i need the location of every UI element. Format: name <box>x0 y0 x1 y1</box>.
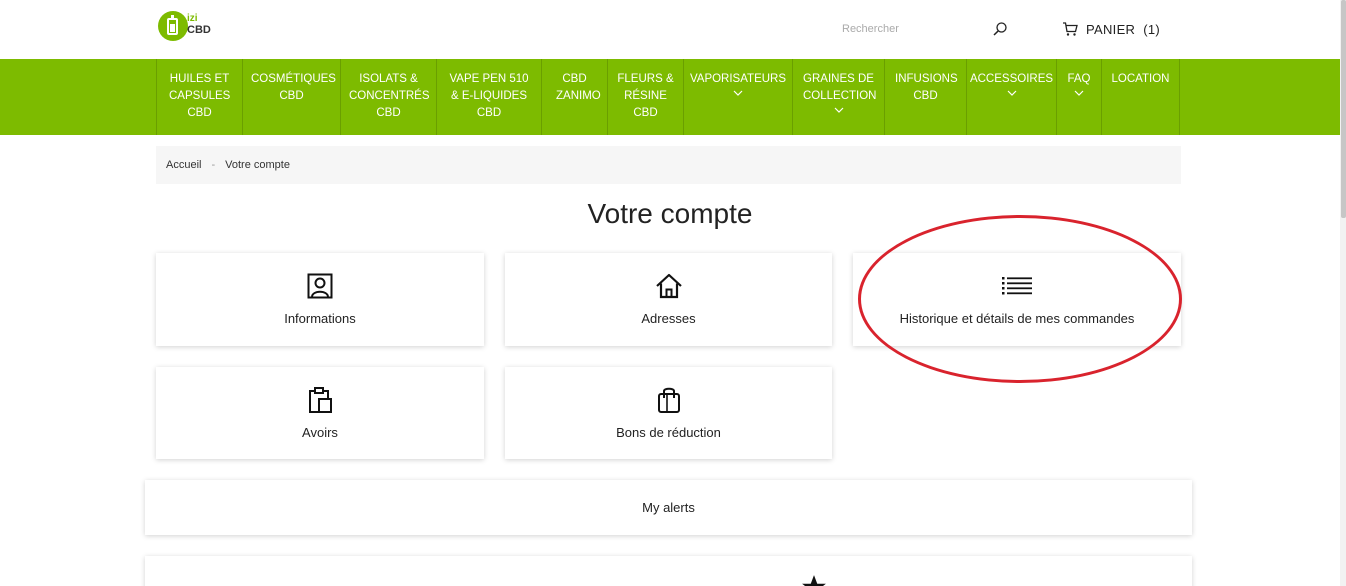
page-title: Votre compte <box>587 198 753 229</box>
logo-text-top: izi <box>187 13 198 24</box>
scrollbar-thumb[interactable] <box>1341 0 1346 218</box>
card-label: Adresses <box>641 311 696 326</box>
card-label: Bons de réduction <box>616 425 721 440</box>
chevron-down-icon <box>733 90 743 96</box>
adresses-card[interactable]: Adresses <box>505 253 832 346</box>
nav-item-cbd-zanimo[interactable]: CBD ZANIMO <box>541 59 607 135</box>
card-label: Historique et détails de mes commandes <box>899 311 1135 326</box>
search-input[interactable] <box>840 16 980 42</box>
credit-slip-icon <box>309 387 332 413</box>
avoirs-card[interactable]: Avoirs <box>156 367 484 459</box>
breadcrumb-home-link[interactable]: Accueil <box>166 159 201 171</box>
cart-count: (1) <box>1143 21 1161 37</box>
nav-item-graines[interactable]: GRAINES DE COLLECTION <box>792 59 884 135</box>
search-icon[interactable] <box>992 21 1008 37</box>
list-icon <box>1002 277 1032 295</box>
cart-button[interactable]: PANIER (1) <box>1062 18 1160 40</box>
chevron-down-icon <box>1074 90 1084 96</box>
nav-item-faq[interactable]: FAQ <box>1056 59 1101 135</box>
cart-label: PANIER <box>1086 21 1136 37</box>
nav-item-location[interactable]: LOCATION <box>1101 59 1180 135</box>
card-label: My alerts <box>642 500 695 515</box>
site-header: izi CBD PANIER (1) <box>0 0 1346 59</box>
main-navigation: HUILES ET CAPSULES CBD COSMÉTIQUES CBD I… <box>0 59 1340 135</box>
breadcrumb-current: Votre compte <box>225 159 290 171</box>
nav-item-huiles-capsules[interactable]: HUILES ET CAPSULES CBD <box>156 59 242 135</box>
site-logo[interactable]: izi CBD <box>158 10 214 44</box>
search-bar <box>840 16 1010 42</box>
chevron-down-icon <box>1007 90 1016 96</box>
home-icon <box>655 273 682 299</box>
my-alerts-card[interactable]: My alerts <box>145 480 1192 535</box>
informations-card[interactable]: Informations <box>156 253 484 346</box>
breadcrumb-separator: - <box>211 159 216 171</box>
chevron-down-icon <box>834 107 843 113</box>
nav-item-infusions[interactable]: INFUSIONS CBD <box>884 59 966 135</box>
nav-item-fleurs-resine[interactable]: FLEURS & RÉSINE CBD <box>607 59 683 135</box>
nav-item-accessoires[interactable]: ACCESSOIRES <box>966 59 1056 135</box>
nav-item-cosmetiques[interactable]: COSMÉTIQUES CBD <box>242 59 340 135</box>
logo-text-bottom: CBD <box>187 24 211 36</box>
card-label: Informations <box>284 311 356 326</box>
bons-reduction-card[interactable]: Bons de réduction <box>505 367 832 459</box>
logo-battery-icon <box>158 11 188 41</box>
favorites-card[interactable] <box>145 556 1192 586</box>
breadcrumb: Accueil - Votre compte <box>156 146 1181 184</box>
shopping-bag-icon <box>657 387 680 413</box>
user-portrait-icon <box>307 273 333 299</box>
card-label: Avoirs <box>302 425 338 440</box>
star-icon <box>802 575 826 586</box>
cart-icon <box>1063 22 1078 36</box>
nav-item-isolats[interactable]: ISOLATS & CONCENTRÉS CBD <box>340 59 436 135</box>
historique-card[interactable]: Historique et détails de mes commandes <box>853 253 1181 346</box>
nav-item-vape-pen[interactable]: VAPE PEN 510 & E-LIQUIDES CBD <box>436 59 541 135</box>
nav-item-vaporisateurs[interactable]: VAPORISATEURS <box>683 59 792 135</box>
